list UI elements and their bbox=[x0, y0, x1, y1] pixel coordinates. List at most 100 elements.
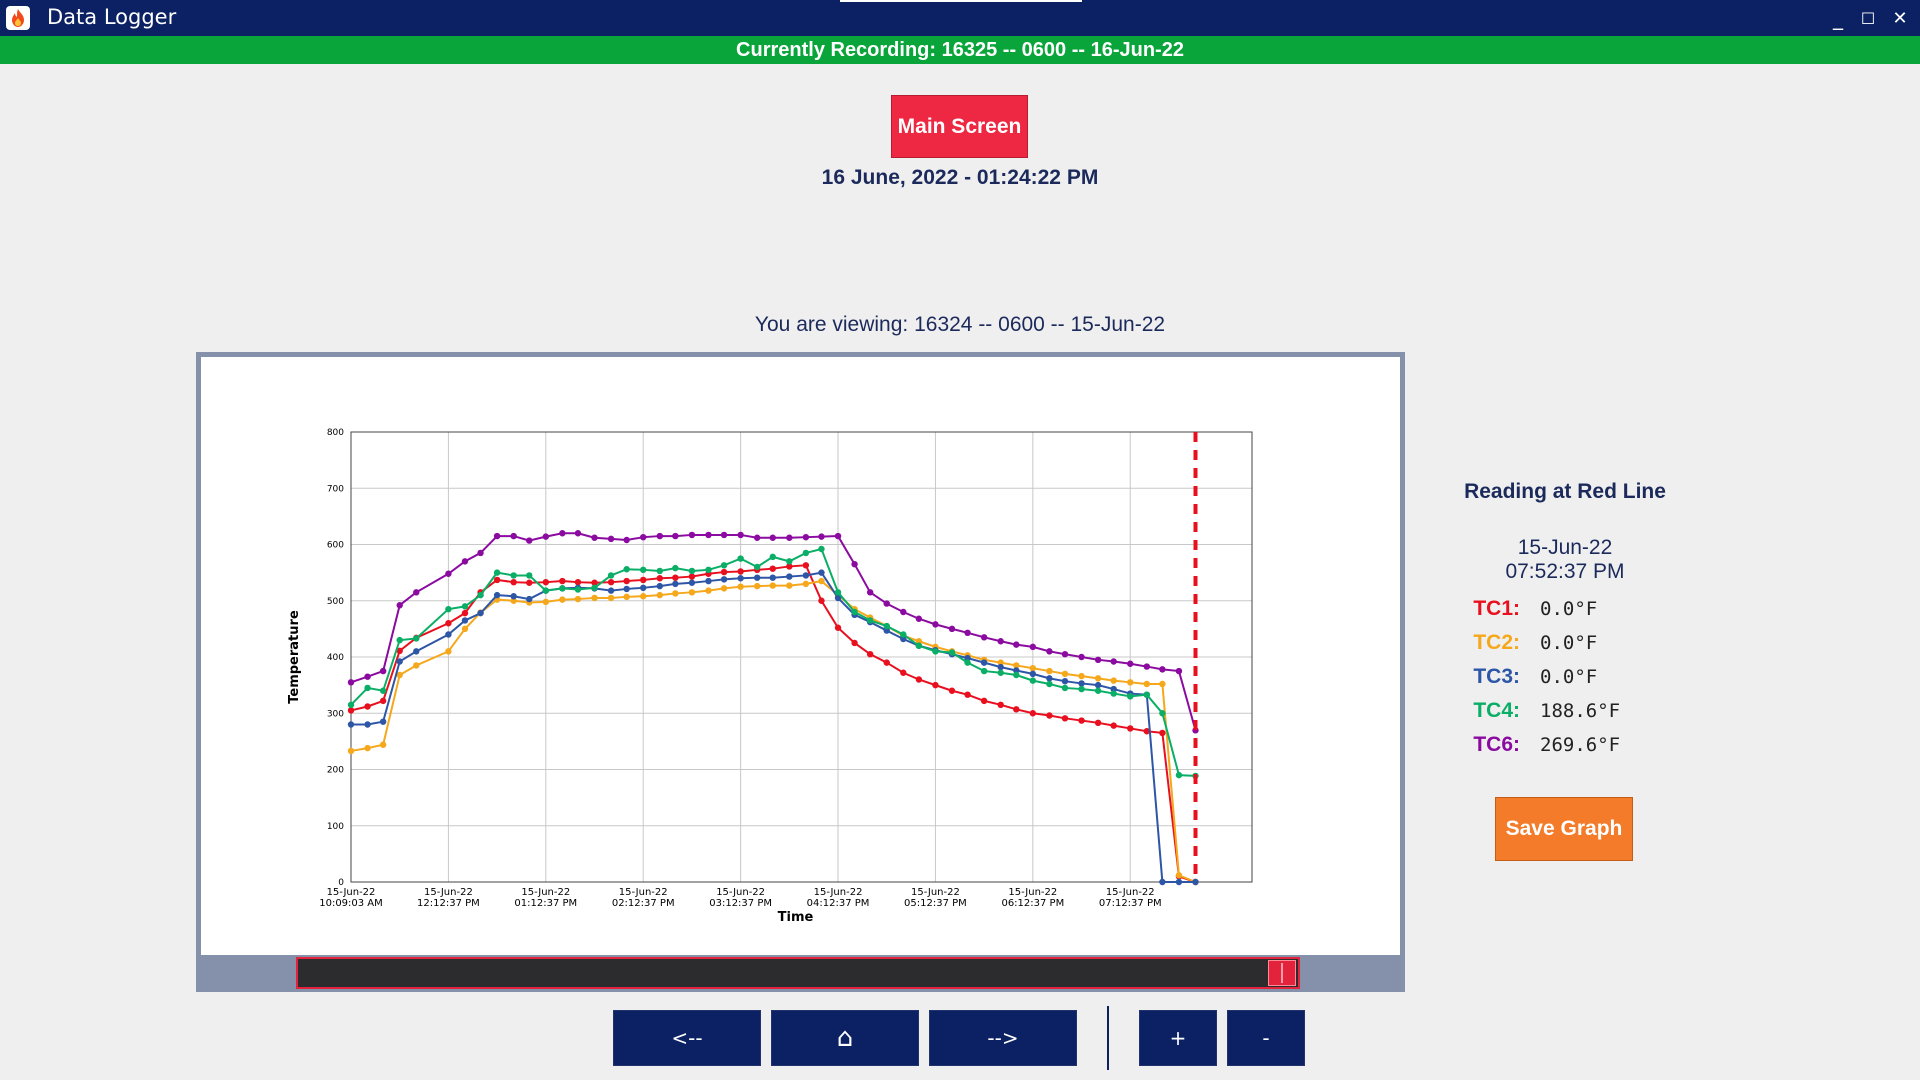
reading-row-tc2: TC2: 0.0°F bbox=[1430, 626, 1700, 660]
data-point-tc1 bbox=[445, 620, 452, 627]
data-point-tc6 bbox=[834, 532, 842, 540]
tc1-label: TC1: bbox=[1473, 597, 1520, 620]
data-point-tc4 bbox=[623, 566, 630, 573]
data-point-tc4 bbox=[413, 635, 420, 642]
data-point-tc2 bbox=[705, 587, 712, 594]
tc1-value: 0.0°F bbox=[1540, 598, 1598, 620]
minimize-icon: _ bbox=[1833, 6, 1843, 30]
data-point-tc1 bbox=[1110, 722, 1117, 729]
data-point-tc2 bbox=[1029, 665, 1037, 672]
temperature-chart: 010020030040050060070080015-Jun-2210:09:… bbox=[287, 428, 1253, 925]
current-datetime: 16 June, 2022 - 01:24:22 PM bbox=[821, 166, 1099, 189]
data-point-tc3 bbox=[786, 573, 793, 580]
graph-area: 0 100 200 300 400 500 600 700 800 15-Jun-22 10:09:… bbox=[201, 357, 1400, 955]
data-point-tc4 bbox=[1094, 687, 1102, 694]
data-point-tc1 bbox=[656, 575, 663, 582]
back-button[interactable]: <-- bbox=[613, 1010, 761, 1066]
data-point-tc6 bbox=[688, 531, 696, 539]
tc2-label: TC2: bbox=[1473, 631, 1520, 654]
data-point-tc1 bbox=[948, 687, 956, 694]
data-point-tc1 bbox=[883, 659, 890, 666]
data-point-tc6 bbox=[802, 533, 810, 541]
data-point-tc2 bbox=[347, 747, 355, 755]
data-point-tc4 bbox=[607, 572, 615, 579]
home-button[interactable]: ⌂ bbox=[771, 1010, 919, 1066]
series-line-tc3 bbox=[351, 571, 1196, 883]
y-tick-label: 100 bbox=[327, 822, 344, 832]
x-tick-label-date: 15-Jun-22 bbox=[327, 887, 376, 898]
data-point-tc6 bbox=[396, 602, 403, 609]
data-point-tc3 bbox=[1046, 675, 1053, 682]
x-tick-label-time: 04:12:37 PM bbox=[807, 898, 870, 909]
timeline-scrollbar[interactable] bbox=[296, 957, 1300, 989]
save-graph-button[interactable]: Save Graph bbox=[1495, 797, 1633, 861]
data-point-tc6 bbox=[1127, 660, 1134, 667]
x-tick-label-date: 15-Jun-22 bbox=[716, 887, 765, 898]
data-point-tc6 bbox=[461, 558, 469, 565]
series-line-tc2 bbox=[350, 579, 1196, 883]
data-point-tc6 bbox=[1175, 667, 1183, 675]
data-point-tc4 bbox=[379, 687, 387, 694]
x-tick-label-time: 06:12:37 PM bbox=[1001, 898, 1064, 909]
minimize-button[interactable]: _ bbox=[1823, 4, 1853, 32]
zoom-out-button[interactable]: - bbox=[1227, 1010, 1305, 1066]
data-point-tc1 bbox=[607, 578, 615, 586]
data-point-tc1 bbox=[574, 578, 582, 586]
reading-panel: Reading at Red Line 15-Jun-22 07:52:37 P… bbox=[1430, 480, 1700, 762]
data-point-tc3 bbox=[413, 648, 420, 655]
data-point-tc2 bbox=[1159, 680, 1166, 688]
data-point-tc4 bbox=[1175, 771, 1183, 779]
reading-title: Reading at Red Line bbox=[1464, 480, 1666, 503]
data-point-tc3 bbox=[1159, 878, 1166, 886]
data-point-tc4 bbox=[1029, 677, 1037, 684]
data-point-tc1 bbox=[559, 577, 566, 585]
data-point-tc4 bbox=[574, 586, 582, 593]
data-point-tc1 bbox=[900, 669, 907, 676]
x-tick-label-date: 15-Jun-22 bbox=[424, 887, 473, 898]
data-point-tc6 bbox=[347, 679, 355, 686]
reading-row-tc6: TC6: 269.6°F bbox=[1430, 728, 1700, 762]
forward-arrow-label: --> bbox=[987, 1026, 1019, 1050]
data-point-tc6 bbox=[591, 534, 598, 541]
close-button[interactable]: ✕ bbox=[1885, 4, 1915, 32]
data-point-tc4 bbox=[769, 553, 776, 561]
maximize-button[interactable]: ☐ bbox=[1853, 4, 1883, 32]
data-point-tc1 bbox=[720, 568, 728, 576]
main-screen-button[interactable]: Main Screen bbox=[891, 95, 1028, 158]
data-point-tc1 bbox=[997, 701, 1004, 709]
data-point-tc1 bbox=[640, 576, 647, 584]
x-tick-label-time: 07:12:37 PM bbox=[1099, 898, 1162, 909]
reading-row-tc1: TC1: 0.0°F bbox=[1430, 592, 1700, 626]
data-point-tc1 bbox=[737, 568, 744, 575]
data-point-tc4 bbox=[851, 608, 858, 616]
data-point-tc6 bbox=[818, 533, 825, 540]
data-point-tc6 bbox=[1078, 653, 1085, 661]
data-point-tc4 bbox=[915, 642, 923, 649]
data-point-tc2 bbox=[1127, 679, 1134, 686]
data-point-tc3 bbox=[1078, 680, 1085, 687]
data-point-tc3 bbox=[1029, 670, 1037, 678]
forward-button[interactable]: --> bbox=[929, 1010, 1077, 1066]
data-point-tc1 bbox=[379, 697, 387, 705]
data-point-tc2 bbox=[461, 625, 469, 633]
x-tick-label-date: 15-Jun-22 bbox=[1106, 887, 1155, 898]
x-tick-label-date: 15-Jun-22 bbox=[521, 887, 570, 898]
data-point-tc3 bbox=[510, 593, 517, 600]
data-point-tc6 bbox=[493, 532, 501, 540]
data-point-tc1 bbox=[510, 578, 517, 586]
data-point-tc2 bbox=[1078, 672, 1085, 680]
data-point-tc3 bbox=[769, 574, 776, 581]
data-point-tc2 bbox=[1094, 675, 1102, 682]
data-point-tc6 bbox=[413, 589, 420, 596]
data-point-tc1 bbox=[526, 579, 533, 586]
x-tick-label-date: 15-Jun-22 bbox=[911, 887, 960, 898]
data-point-tc3 bbox=[980, 659, 988, 666]
scrollbar-thumb[interactable] bbox=[1268, 960, 1296, 986]
zoom-in-button[interactable]: + bbox=[1139, 1010, 1217, 1066]
data-point-tc2 bbox=[656, 591, 663, 599]
data-point-tc4 bbox=[705, 566, 712, 574]
data-point-tc1 bbox=[1094, 719, 1102, 727]
data-point-tc2 bbox=[802, 580, 810, 588]
data-point-tc1 bbox=[623, 577, 630, 585]
close-icon: ✕ bbox=[1892, 7, 1908, 29]
